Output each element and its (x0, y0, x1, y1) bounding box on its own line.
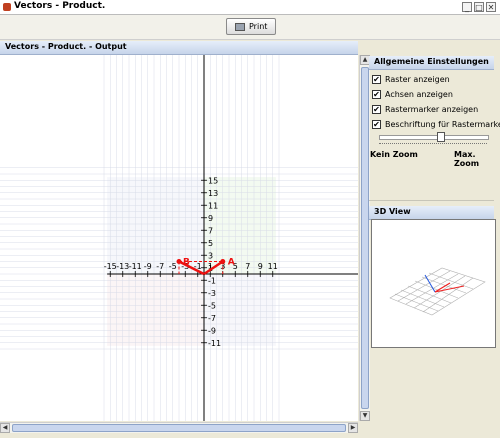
view3d-canvas[interactable] (371, 219, 496, 348)
x-tick-label: -13 (116, 262, 129, 271)
y-tick-label: 7 (208, 226, 213, 235)
y-tick-label: 5 (208, 239, 213, 248)
view3d-title-text: 3D View (374, 207, 411, 216)
zoom-min-label: Kein Zoom (370, 150, 418, 159)
y-tick-label: 15 (208, 176, 218, 185)
scroll-down-arrow-icon[interactable]: ▼ (360, 411, 370, 421)
check-icon[interactable]: ✔ (372, 90, 381, 99)
panel-divider (369, 200, 494, 201)
y-tick-label: 11 (208, 201, 218, 210)
x-tick-label: -7 (156, 262, 164, 271)
maximize-button[interactable]: □ (474, 2, 484, 12)
x-tick-label: -11 (129, 262, 142, 271)
y-tick-label: -9 (208, 326, 216, 335)
zoom-slider-knob[interactable] (437, 132, 445, 142)
grid-quadrant-bg (107, 274, 204, 346)
plot-area[interactable]: -15-13-11-9-7-5-3-1135791115131197531-1-… (0, 55, 358, 421)
check-icon[interactable]: ✔ (372, 75, 381, 84)
check-icon[interactable]: ✔ (372, 120, 381, 129)
settings-title-text: Allgemeine Einstellungen (374, 57, 489, 66)
x-tick-label: -5 (169, 262, 177, 271)
horizontal-scroll-thumb[interactable] (12, 424, 346, 432)
y-tick-label: -1 (208, 276, 216, 285)
window-title: Vectors - Product. (14, 1, 106, 11)
view3d-title: 3D View (369, 206, 494, 220)
x-tick-label: 7 (245, 262, 250, 271)
title-bar: Vectors - Product. _ □ ✕ (0, 0, 500, 15)
settings-panel: ✔ Raster anzeigen ✔ Achsen anzeigen ✔ Ra… (369, 70, 500, 200)
y-tick-label: -3 (208, 289, 216, 298)
zoom-max-label: Max. Zoom (454, 150, 480, 168)
checkbox-achsen-label: Achsen anzeigen (385, 90, 453, 99)
zoom-slider[interactable] (379, 132, 489, 144)
vector-a-head[interactable] (220, 259, 226, 264)
scroll-left-arrow-icon[interactable]: ◀ (0, 423, 10, 433)
y-tick-label: -5 (208, 301, 216, 310)
vector-b-label: B (183, 258, 190, 268)
y-tick-label: 3 (208, 251, 213, 260)
y-tick-label: -11 (208, 339, 221, 348)
print-button[interactable]: Print (226, 18, 276, 35)
vector-b-head[interactable] (176, 259, 182, 264)
y-tick-label: 13 (208, 189, 218, 198)
view3d-graphic[interactable] (372, 220, 495, 347)
x-tick-label: -15 (104, 262, 117, 271)
printer-icon (235, 23, 245, 31)
print-button-label: Print (249, 22, 268, 31)
app-icon (3, 3, 11, 11)
horizontal-scrollbar[interactable]: ◀ ▶ (0, 422, 358, 433)
checkbox-raster-label: Raster anzeigen (385, 75, 450, 84)
x-tick-label: 11 (268, 262, 278, 271)
x-tick-label: 9 (258, 262, 263, 271)
settings-title: Allgemeine Einstellungen (369, 56, 494, 70)
zoom-slider-track[interactable] (379, 135, 489, 140)
vertical-scroll-thumb[interactable] (361, 67, 369, 409)
checkbox-beschriftung-label: Beschriftung für Rastermarker (385, 120, 500, 129)
close-button[interactable]: ✕ (486, 2, 496, 12)
output-panel-title-text: Vectors - Product. - Output (5, 42, 127, 51)
check-icon[interactable]: ✔ (372, 105, 381, 114)
vector-a-label: A (228, 258, 235, 268)
coordinate-plot[interactable]: -15-13-11-9-7-5-3-1135791115131197531-1-… (0, 55, 358, 421)
y-tick-label: 9 (208, 214, 213, 223)
zoom-slider-ticks (379, 143, 487, 147)
x-tick-label: -9 (144, 262, 152, 271)
y-tick-label: -7 (208, 314, 216, 323)
checkbox-rastermarker-label: Rastermarker anzeigen (385, 105, 479, 114)
minimize-button[interactable]: _ (462, 2, 472, 12)
output-panel-title: Vectors - Product. - Output (0, 41, 358, 55)
toolbar: Print (0, 15, 500, 40)
scroll-right-arrow-icon[interactable]: ▶ (348, 423, 358, 433)
scroll-corner (359, 422, 369, 432)
